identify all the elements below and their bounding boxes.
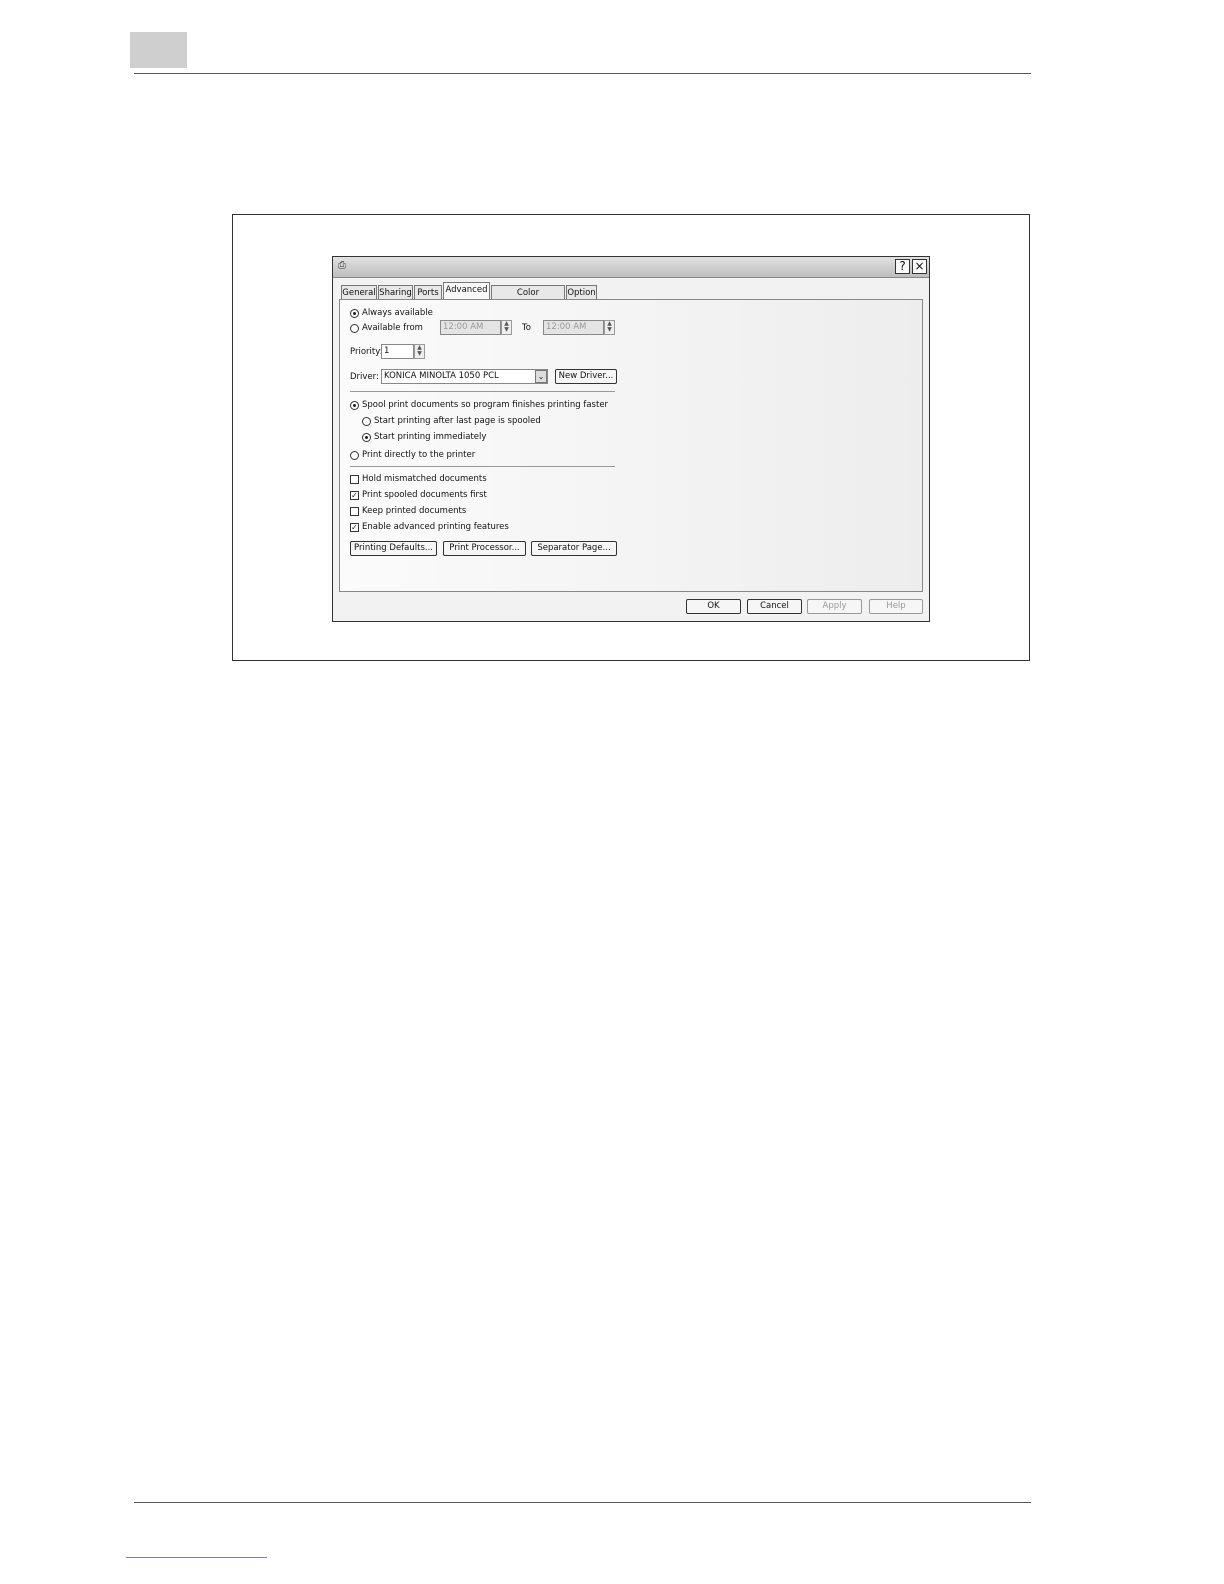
always-available-label: Always available [362,308,433,318]
print-directly-label: Print directly to the printer [362,450,476,460]
from-time-spinner[interactable]: ▲ ▼ [501,320,512,335]
separator [350,391,615,392]
enable-advanced-label: Enable advanced printing features [362,522,509,532]
to-time-field[interactable]: 12:00 AM [543,320,604,335]
footer-rule [134,1502,1031,1503]
separator-page-button[interactable]: Separator Page... [531,541,617,556]
tab-sharing[interactable]: Sharing [378,285,413,299]
print-spooled-first-checkbox[interactable]: ✓ [350,491,359,500]
header-rule [134,73,1031,74]
start-after-last-page-radio[interactable] [362,417,371,426]
from-time-field[interactable]: 12:00 AM [440,320,501,335]
ok-button[interactable]: OK [686,599,741,614]
chapter-number-box [130,32,187,68]
always-available-radio[interactable] [350,309,359,318]
hold-mismatched-checkbox[interactable] [350,475,359,484]
separator [350,466,615,467]
tab-advanced[interactable]: Advanced [443,282,490,299]
priority-field[interactable]: 1 [381,344,414,359]
print-spooled-first-label: Print spooled documents first [362,490,487,500]
start-after-last-page-label: Start printing after last page is spoole… [374,416,541,426]
printer-properties-dialog: ⎙ ? × General Sharing Ports Advanced Col… [332,256,930,622]
hold-mismatched-label: Hold mismatched documents [362,474,487,484]
tab-color-management[interactable]: Color Management [491,285,565,312]
new-driver-button[interactable]: New Driver... [555,369,617,384]
available-from-label: Available from [362,323,423,333]
print-processor-button[interactable]: Print Processor... [443,541,526,556]
spool-radio[interactable] [350,401,359,410]
spool-label: Spool print documents so program finishe… [362,400,609,410]
tab-option[interactable]: Option [566,285,597,299]
printing-defaults-button[interactable]: Printing Defaults... [350,541,437,556]
chevron-down-icon[interactable]: ⌄ [535,370,547,383]
keep-printed-label: Keep printed documents [362,506,467,516]
cancel-button[interactable]: Cancel [747,599,802,614]
keep-printed-checkbox[interactable] [350,507,359,516]
help-icon[interactable]: ? [895,259,910,274]
dialog-titlebar[interactable]: ⎙ ? × [333,257,929,278]
available-from-radio[interactable] [350,324,359,333]
print-directly-radio[interactable] [350,451,359,460]
printer-icon: ⎙ [338,260,346,271]
footer-link-underline[interactable] [126,1557,267,1558]
start-immediately-label: Start printing immediately [374,432,487,442]
to-label: To [522,323,531,333]
tab-general[interactable]: General [341,285,377,299]
close-icon[interactable]: × [912,259,927,274]
to-time-spinner[interactable]: ▲ ▼ [604,320,615,335]
enable-advanced-checkbox[interactable]: ✓ [350,523,359,532]
driver-select[interactable]: KONICA MINOLTA 1050 PCL [381,369,548,384]
priority-label: Priority: [350,347,383,357]
priority-spinner[interactable]: ▲ ▼ [414,344,425,359]
tab-ports[interactable]: Ports [414,285,442,299]
apply-button[interactable]: Apply [807,599,862,614]
help-button[interactable]: Help [869,599,923,614]
start-immediately-radio[interactable] [362,433,371,442]
driver-label: Driver: [350,372,379,382]
